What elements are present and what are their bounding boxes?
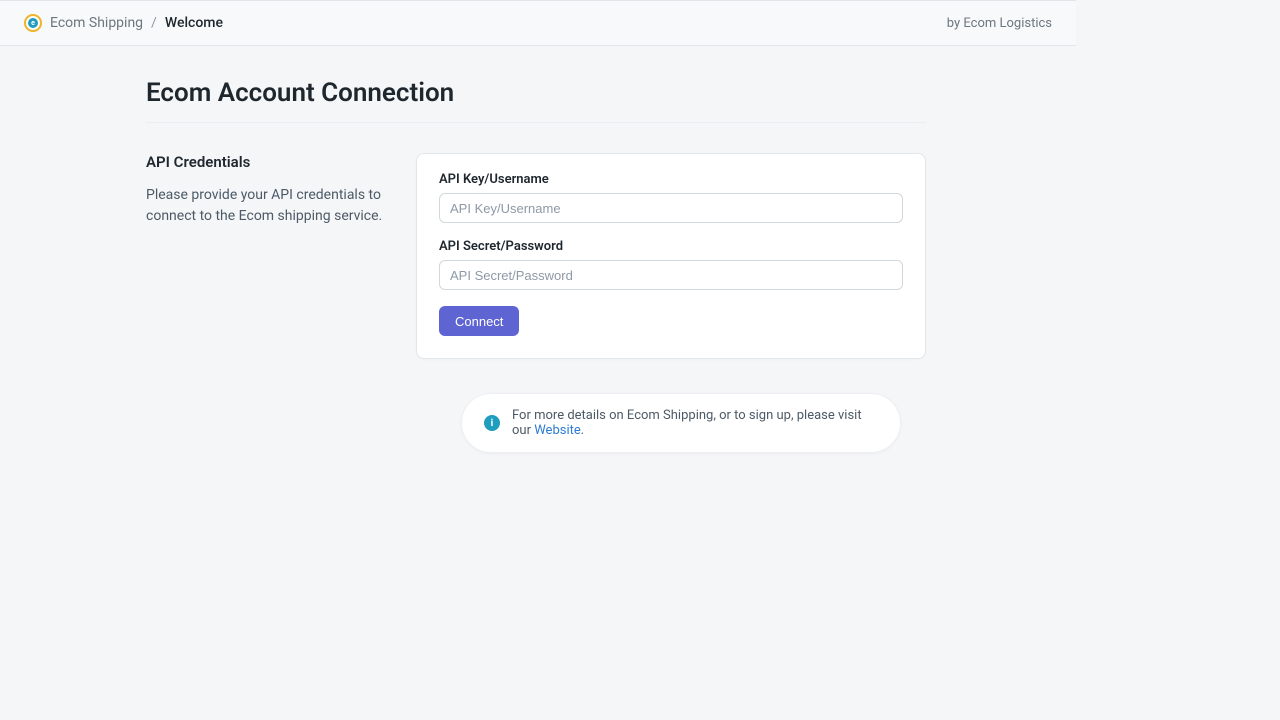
breadcrumb-separator: / [151,15,157,31]
website-link[interactable]: Website [534,423,581,438]
breadcrumb-bar: e Ecom Shipping / Welcome by Ecom Logist… [0,0,1076,46]
attribution-text: by Ecom Logistics [947,16,1052,31]
breadcrumb-current: Welcome [165,15,223,31]
info-icon: i [484,415,500,431]
connect-button[interactable]: Connect [439,306,519,336]
info-text-suffix: . [581,423,584,438]
api-secret-label: API Secret/Password [439,239,903,254]
info-banner: i For more details on Ecom Shipping, or … [461,393,901,453]
api-key-label: API Key/Username [439,172,903,187]
page-title: Ecom Account Connection [146,78,926,123]
breadcrumb-parent-link[interactable]: Ecom Shipping [50,15,143,31]
section-heading: API Credentials [146,153,396,171]
api-key-input[interactable] [439,193,903,223]
info-text: For more details on Ecom Shipping, or to… [512,408,878,438]
credentials-card: API Key/Username API Secret/Password Con… [416,153,926,359]
api-credentials-section: API Credentials Please provide your API … [146,153,926,359]
app-logo-icon: e [24,14,42,32]
section-description: Please provide your API credentials to c… [146,185,396,227]
breadcrumb: e Ecom Shipping / Welcome [24,14,223,32]
api-secret-input[interactable] [439,260,903,290]
